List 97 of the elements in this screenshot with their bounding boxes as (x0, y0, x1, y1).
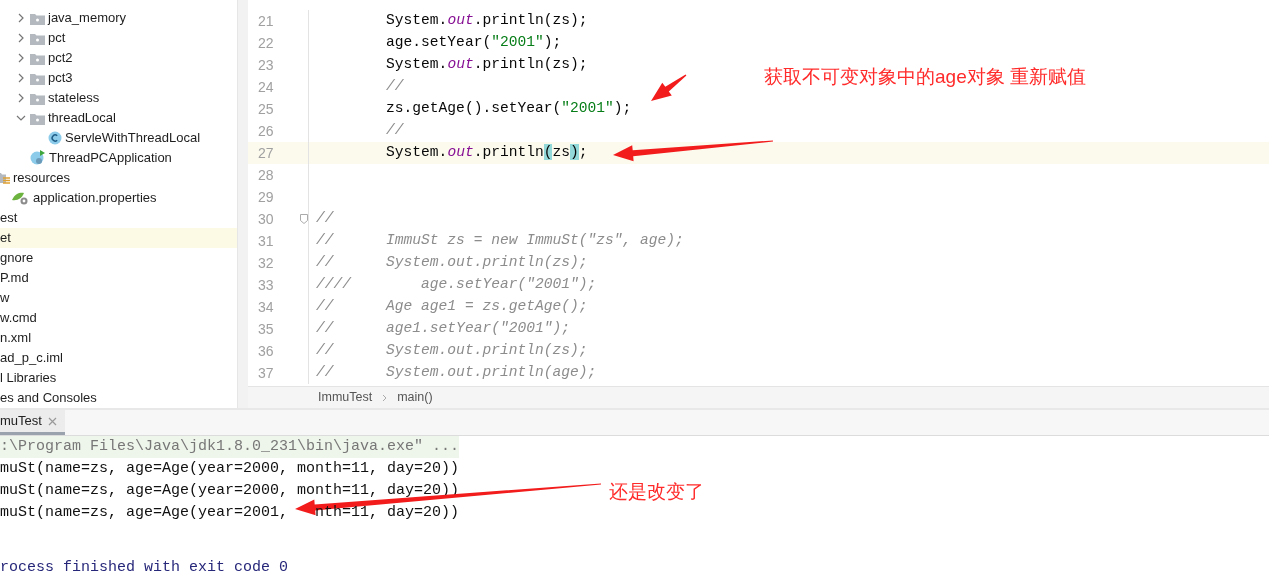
console-line: muSt(name=zs, age=Age(year=2001, (0, 502, 289, 523)
tree-item[interactable]: ServleWithThreadLocal (0, 128, 237, 148)
tree-item[interactable]: ad_p_c.iml (0, 348, 237, 368)
code-text: // age1.setYear("2001"); (315, 319, 570, 339)
tree-item[interactable]: w.cmd (0, 308, 237, 328)
annotation-text: 还是改变了 (609, 480, 704, 504)
tree-item-label: ThreadPCApplication (49, 149, 172, 168)
tree-item[interactable]: l Libraries (0, 368, 237, 388)
tree-item[interactable]: stateless (0, 88, 237, 108)
tree-item[interactable]: w (0, 288, 237, 308)
code-text: System.out.println(zs); (385, 11, 588, 31)
tree-item-label: l Libraries (0, 369, 57, 388)
breadcrumb-item[interactable]: main() (397, 388, 433, 407)
console-line: muSt(name=zs, age=Age(year=2000, month=11, day=20)) (0, 458, 460, 479)
tree-item-label: P.md (0, 269, 29, 288)
line-number: 30 (257, 209, 275, 229)
tree-item[interactable]: est (0, 208, 237, 228)
code-text: // System.out.println(age); (315, 363, 597, 383)
code-text: // (385, 121, 404, 141)
tree-item-label: es and Consoles (0, 389, 97, 408)
line-number: 36 (257, 341, 275, 361)
tree-item-label: w.cmd (0, 309, 37, 328)
tree-item[interactable]: pct (0, 28, 237, 48)
code-text: System.out.println(zs); (385, 143, 588, 163)
tree-item[interactable]: P.md (0, 268, 237, 288)
line-number: 37 (257, 363, 275, 383)
folder-icon (30, 71, 45, 85)
console-line: rocess finished with exit code 0 (0, 557, 289, 573)
line-number: 24 (257, 77, 275, 97)
line-number: 22 (257, 33, 275, 53)
code-text: //// age.setYear("2001"); (315, 275, 597, 295)
code-text: // (315, 209, 334, 229)
tree-item-label: w (0, 289, 10, 308)
tree-item[interactable]: ThreadPCApplication (0, 148, 237, 168)
folder-icon (30, 11, 45, 25)
code-text: System.out.println(zs); (385, 55, 588, 75)
tree-item[interactable]: pct2 (0, 48, 237, 68)
expand-chevron-icon[interactable] (16, 113, 26, 123)
tree-item-label: ad_p_c.iml (0, 349, 63, 368)
code-text: // System.out.println(zs); (315, 341, 588, 361)
code-text: // (385, 77, 404, 97)
tree-item-label: est (0, 209, 18, 228)
tree-item[interactable]: java_memory (0, 8, 237, 28)
folder-icon (30, 51, 45, 65)
line-number: 23 (257, 55, 275, 75)
tree-item-label: resources (13, 169, 71, 188)
tree-item-label: threadLocal (48, 109, 116, 128)
folder-icon (30, 31, 45, 45)
tree-item-label: et (0, 229, 11, 248)
tree-item-label: gnore (0, 249, 34, 268)
fold-marker-icon[interactable] (300, 214, 308, 224)
tree-item[interactable]: n.xml (0, 328, 237, 348)
line-number: 29 (257, 187, 275, 207)
tree-item[interactable]: threadLocal (0, 108, 237, 128)
breadcrumb-item[interactable]: ImmuTest (318, 388, 373, 407)
tree-item[interactable]: es and Consoles (0, 388, 237, 408)
tree-item[interactable]: resources (0, 168, 237, 188)
annotation-text: 获取不可变对象中的age对象 重新赋值 (764, 65, 1086, 89)
line-number: 21 (257, 11, 275, 31)
code-text: // System.out.println(zs); (315, 253, 588, 273)
line-number: 25 (257, 99, 275, 119)
code-text: // Age age1 = zs.getAge(); (315, 297, 588, 317)
line-number: 31 (257, 231, 275, 251)
code-text: zs.getAge().setYear("2001"); (385, 99, 632, 119)
resources-folder-icon (0, 171, 10, 185)
line-number: 28 (257, 165, 275, 185)
annotation-arrow (651, 74, 687, 101)
tree-item-label: java_memory (48, 9, 127, 28)
tree-item-label: pct2 (48, 49, 73, 68)
console-line: muSt(name=zs, age=Age(year=2000, month=11, day=20)) (0, 480, 460, 501)
tree-item[interactable]: pct3 (0, 68, 237, 88)
properties-file-icon (12, 191, 30, 205)
run-tab[interactable]: muTest (0, 410, 65, 435)
line-number: 27 (257, 143, 275, 163)
tree-item-label: application.properties (33, 189, 157, 208)
breadcrumb-separator-icon (382, 393, 388, 402)
tree-item-label: pct3 (48, 69, 73, 88)
tree-item-label: ServleWithThreadLocal (65, 129, 201, 148)
tree-item[interactable]: gnore (0, 248, 237, 268)
console-line: nth=11, day=20)) (315, 502, 460, 523)
tree-item-label: pct (48, 29, 66, 48)
tree-item-label: n.xml (0, 329, 32, 348)
code-text: age.setYear("2001"); (385, 33, 562, 53)
line-number: 32 (257, 253, 275, 273)
class-icon (48, 131, 62, 145)
tree-item[interactable]: application.properties (0, 188, 237, 208)
folder-icon (30, 111, 45, 125)
line-number: 26 (257, 121, 275, 141)
tree-item-label: stateless (48, 89, 100, 108)
tree-item[interactable]: et (0, 228, 237, 248)
line-number: 34 (257, 297, 275, 317)
app-icon (30, 150, 46, 166)
line-number: 35 (257, 319, 275, 339)
close-icon[interactable] (47, 416, 57, 426)
line-number: 33 (257, 275, 275, 295)
folder-icon (30, 91, 45, 105)
code-text: // ImmuSt zs = new ImmuSt("zs", age); (315, 231, 684, 251)
